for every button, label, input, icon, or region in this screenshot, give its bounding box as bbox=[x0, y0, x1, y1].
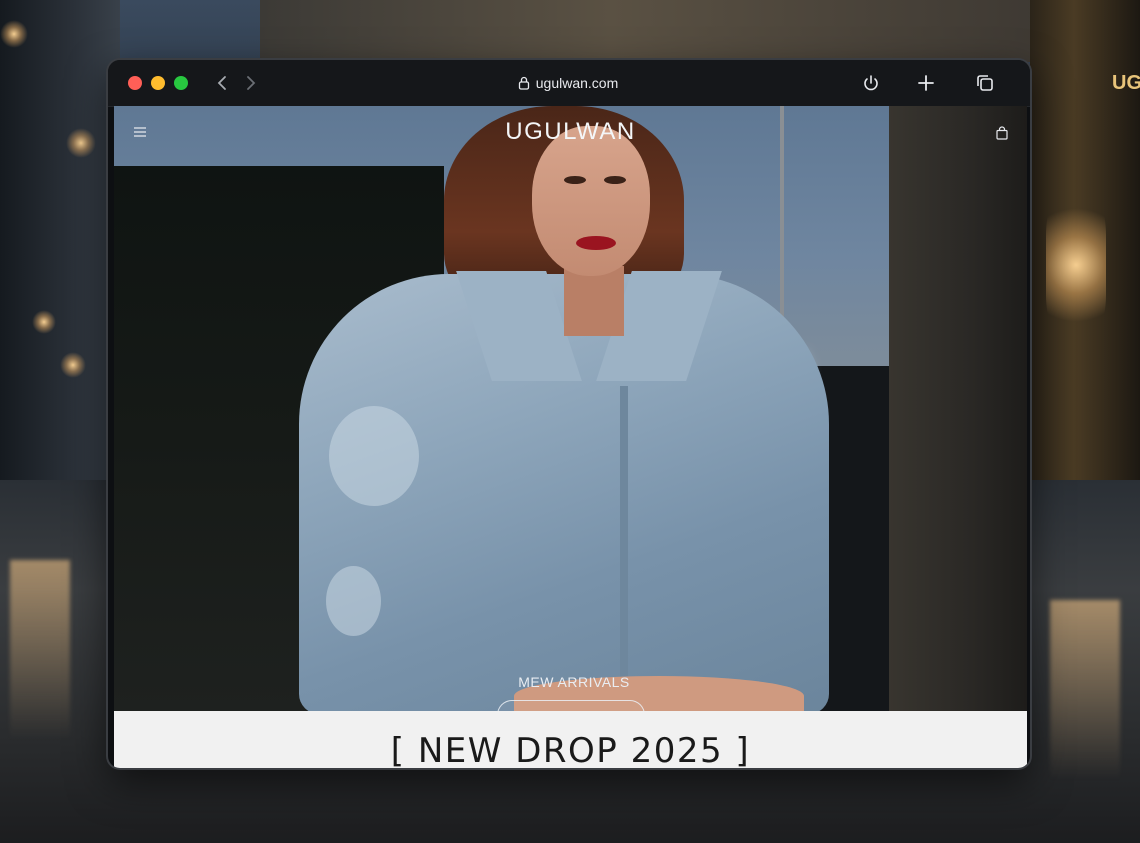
minimize-window-button[interactable] bbox=[151, 76, 165, 90]
street-reflection bbox=[10, 560, 70, 740]
model-neck bbox=[564, 266, 624, 336]
storefront-logo: UG bbox=[1112, 72, 1140, 94]
browser-window: ugulwan.com UGULWAN MEW ARRIVALS [NEW D… bbox=[108, 60, 1030, 768]
jacket-patch bbox=[326, 566, 381, 636]
bag-icon[interactable] bbox=[996, 126, 1008, 140]
forward-button[interactable] bbox=[239, 72, 261, 94]
site-logo[interactable]: UGULWAN bbox=[114, 118, 1027, 146]
web-page: UGULWAN MEW ARRIVALS SHOW NOW [ NEW DROP… bbox=[114, 106, 1027, 768]
chevron-left-icon bbox=[217, 76, 226, 90]
browser-toolbar: ugulwan.com bbox=[108, 60, 1030, 107]
address-bar[interactable]: ugulwan.com bbox=[468, 71, 668, 95]
back-button[interactable] bbox=[212, 72, 234, 94]
street-lamp-glow bbox=[0, 20, 28, 48]
street-lamp-glow bbox=[32, 310, 56, 334]
model-face bbox=[532, 126, 650, 276]
close-window-button[interactable] bbox=[128, 76, 142, 90]
lock-icon bbox=[518, 76, 529, 90]
model-eye bbox=[604, 176, 626, 184]
jacket-placket bbox=[620, 386, 628, 686]
tabs-icon[interactable] bbox=[974, 72, 996, 94]
hero-image bbox=[114, 106, 1027, 711]
chevron-right-icon bbox=[247, 76, 256, 90]
maximize-window-button[interactable] bbox=[174, 76, 188, 90]
new-drop-banner: [ NEW DROP 2025 ] bbox=[114, 711, 1027, 768]
street-lamp-glow bbox=[66, 128, 96, 158]
hero-title: MEW ARRIVALS bbox=[518, 674, 630, 690]
jacket-patch bbox=[329, 406, 419, 506]
street-reflection bbox=[1050, 600, 1120, 780]
power-icon[interactable] bbox=[860, 72, 882, 94]
window-glow bbox=[1046, 190, 1106, 340]
plus-icon[interactable] bbox=[915, 72, 937, 94]
hero-building-wall bbox=[889, 106, 1027, 711]
url-text: ugulwan.com bbox=[535, 75, 619, 91]
background-building-top bbox=[260, 0, 1040, 62]
model-eye bbox=[564, 176, 586, 184]
street-lamp-glow bbox=[60, 352, 86, 378]
background-building-left bbox=[0, 0, 120, 520]
banner-heading: [ NEW DROP 2025 ] bbox=[390, 731, 751, 768]
model-lips bbox=[576, 236, 616, 250]
